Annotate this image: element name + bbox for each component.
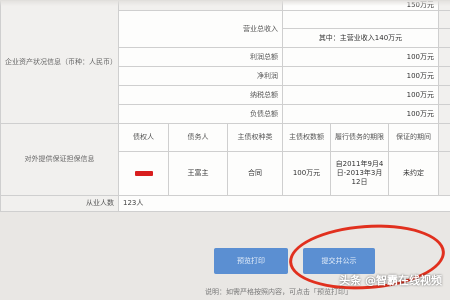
guarantee-term-cell[interactable]: 自2011年9月4日-2013年3月12日 <box>330 151 389 196</box>
net-profit-label: 净利润 <box>118 66 283 86</box>
guarantee-header-amount: 主债权数额 <box>282 123 331 152</box>
report-form-table: 企业资产状况信息（币种：人民币） 150万元 营业总收入 其中：主营业收入140… <box>0 0 450 212</box>
business-income-input[interactable] <box>282 10 439 29</box>
guarantee-amount-cell[interactable]: 100万元 <box>282 151 331 196</box>
asset-section-label: 企业资产状况信息（币种：人民币） <box>0 0 119 124</box>
total-profit-label: 利润总额 <box>118 47 283 67</box>
liability-label: 负债总额 <box>118 104 283 124</box>
guarantee-debtor-cell[interactable]: 王富主 <box>168 151 228 196</box>
guarantee-header-debt-type: 主债权种类 <box>227 123 283 152</box>
guarantee-period-cell[interactable]: 未约定 <box>388 151 439 196</box>
tax-value[interactable]: 100万元 <box>282 85 439 105</box>
guarantee-debt-type-cell[interactable]: 合同 <box>227 151 283 196</box>
employees-label: 从业人数 <box>0 195 119 212</box>
guarantee-section-label: 对外提供保证担保信息 <box>0 123 119 196</box>
footer-note: 说明：如需严格按照内容，可点击「预览打印」 <box>205 288 352 296</box>
guarantee-creditor-cell[interactable] <box>118 151 169 196</box>
employees-value[interactable]: 123人 <box>118 195 450 212</box>
preview-print-button[interactable]: 预览打印 <box>214 248 288 274</box>
business-income-label: 营业总收入 <box>118 10 283 48</box>
guarantee-header-term: 履行债务的期限 <box>330 123 389 152</box>
top-blur <box>0 0 450 6</box>
net-profit-value[interactable]: 100万元 <box>282 66 439 86</box>
toutiao-watermark: 头条 @智霸在线视频 <box>339 274 442 287</box>
guarantee-header-debtor: 债务人 <box>168 123 228 152</box>
guarantee-header-row: 对外提供保证担保信息 债权人 债务人 主债权种类 主债权数额 履行债务的期限 保… <box>0 123 450 196</box>
annual-report-form-page: 企业资产状况信息（币种：人民币） 150万元 营业总收入 其中：主营业收入140… <box>0 0 450 300</box>
tax-label: 纳税总额 <box>118 85 283 105</box>
employees-row: 从业人数 123人 <box>0 195 450 212</box>
guarantee-header-period: 保证的期间 <box>388 123 439 152</box>
redaction-mark <box>134 170 153 176</box>
total-profit-value[interactable]: 100万元 <box>282 47 439 67</box>
business-income-sub-value: 其中：主营业收入140万元 <box>282 28 439 48</box>
liability-value[interactable]: 100万元 <box>282 104 439 124</box>
guarantee-header-creditor: 债权人 <box>118 123 169 152</box>
